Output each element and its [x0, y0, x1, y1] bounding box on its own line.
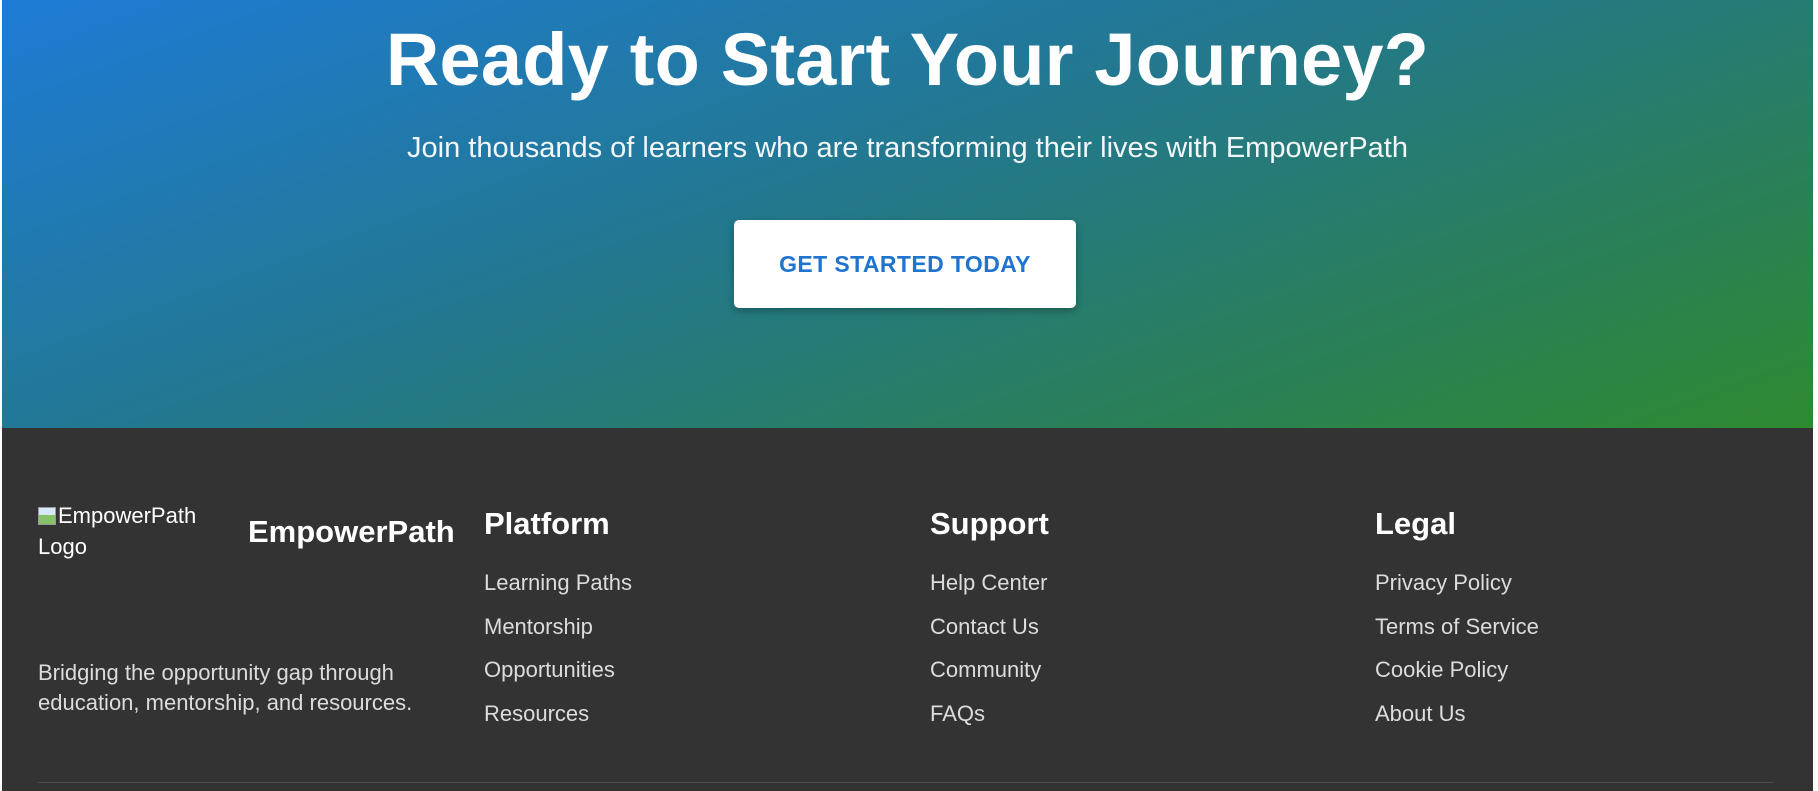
broken-image-icon	[38, 507, 56, 525]
footer-link-contact-us[interactable]: Contact Us	[930, 614, 1039, 639]
footer-link-list: Help Center Contact Us Community FAQs	[930, 568, 1047, 742]
footer-divider	[38, 782, 1774, 783]
footer-link-list: Privacy Policy Terms of Service Cookie P…	[1375, 568, 1539, 742]
footer-link-faqs[interactable]: FAQs	[930, 701, 985, 726]
footer-link-opportunities[interactable]: Opportunities	[484, 657, 615, 682]
brand-logo-alt-text: EmpowerPath Logo	[38, 503, 197, 559]
footer-column-legal: Legal Privacy Policy Terms of Service Co…	[1375, 504, 1775, 726]
get-started-button[interactable]: GET STARTED TODAY	[734, 220, 1076, 308]
footer-column-title: Legal	[1375, 506, 1456, 541]
cta-subtitle: Join thousands of learners who are trans…	[407, 132, 1408, 164]
footer-column-title: Platform	[484, 506, 610, 541]
footer-link-community[interactable]: Community	[930, 657, 1041, 682]
page-content: Ready to Start Your Journey? Join thousa…	[2, 0, 1813, 791]
footer-link-help-center[interactable]: Help Center	[930, 570, 1047, 595]
brand-name: EmpowerPath	[248, 514, 455, 549]
footer-link-list: Learning Paths Mentorship Opportunities …	[484, 568, 632, 742]
footer-column-title: Support	[930, 506, 1049, 541]
footer-link-mentorship[interactable]: Mentorship	[484, 614, 593, 639]
footer-link-cookie-policy[interactable]: Cookie Policy	[1375, 657, 1508, 682]
footer-link-learning-paths[interactable]: Learning Paths	[484, 570, 632, 595]
footer-column-support: Support Help Center Contact Us Community…	[930, 504, 1330, 726]
cta-title: Ready to Start Your Journey?	[385, 18, 1430, 101]
footer-link-resources[interactable]: Resources	[484, 701, 589, 726]
footer-link-privacy-policy[interactable]: Privacy Policy	[1375, 570, 1512, 595]
brand-description: Bridging the opportunity gap through edu…	[38, 660, 413, 715]
page: Ready to Start Your Journey? Join thousa…	[0, 0, 1818, 791]
footer-link-about-us[interactable]: About Us	[1375, 701, 1466, 726]
site-footer: EmpowerPath Logo EmpowerPath Bridging th…	[2, 428, 1813, 791]
footer-column-platform: Platform Learning Paths Mentorship Oppor…	[484, 504, 884, 726]
cta-section: Ready to Start Your Journey? Join thousa…	[2, 0, 1813, 428]
footer-link-terms-of-service[interactable]: Terms of Service	[1375, 614, 1539, 639]
brand-logo: EmpowerPath Logo	[38, 500, 238, 562]
